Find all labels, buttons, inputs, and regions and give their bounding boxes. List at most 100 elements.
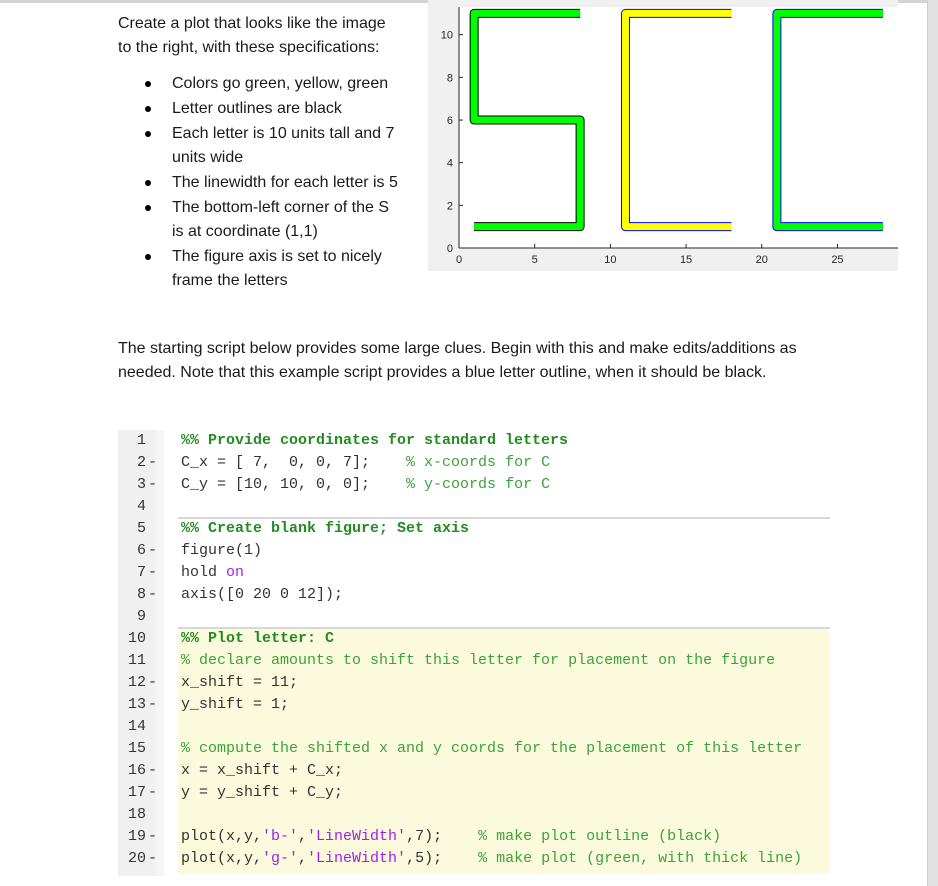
code-line[interactable]: 16- x = x_shift + C_x;: [118, 760, 830, 782]
code-line[interactable]: 1 %% Provide coordinates for standard let…: [118, 430, 830, 452]
code-text: %% Provide coordinates for standard lett…: [181, 430, 568, 452]
code-text: plot(x,y,'b-','LineWidth',7); % make plo…: [181, 826, 721, 848]
spec-item-text: frame the letters: [172, 272, 288, 289]
executable-line-marker[interactable]: -: [148, 584, 157, 606]
bullet-icon: [145, 131, 151, 137]
code-token: ,: [298, 828, 308, 845]
spec-item: The linewidth for each letter is 5: [118, 171, 418, 195]
x-tick-label: 15: [680, 254, 692, 266]
spec-item-text: The linewidth for each letter is 5: [172, 174, 398, 191]
code-line[interactable]: 19- plot(x,y,'b-','LineWidth',7); % make …: [118, 826, 830, 848]
code-line[interactable]: 15 % compute the shifted x and y coords f…: [118, 738, 830, 760]
spec-item: Letter outlines are black: [118, 97, 418, 121]
y-tick-label: 4: [447, 158, 453, 170]
code-token: axis([0 20 0 12]);: [181, 586, 344, 603]
executable-line-marker[interactable]: -: [148, 782, 157, 804]
code-line[interactable]: 8- axis([0 20 0 12]);: [118, 584, 830, 606]
cell-title: %% Provide coordinates for standard lett…: [181, 432, 569, 449]
spec-item-text: is at coordinate (1,1): [172, 223, 318, 240]
line-number: 13: [127, 696, 146, 713]
code-token: plot(x,y,: [181, 850, 263, 867]
code-line[interactable]: 11 % declare amounts to shift this letter…: [118, 650, 830, 672]
executable-line-marker[interactable]: -: [148, 694, 157, 716]
code-line[interactable]: 14: [118, 716, 830, 738]
line-number: 10: [127, 630, 146, 647]
code-comment: % compute the shifted x and y coords for…: [181, 740, 803, 757]
code-token: plot(x,y,: [181, 828, 263, 845]
scrollbar[interactable]: [927, 0, 938, 886]
plot-area: [459, 7, 898, 248]
code-line[interactable]: 7- hold on: [118, 562, 830, 584]
spec-item-text: The figure axis is set to nicely: [172, 248, 382, 265]
line-number: 8: [136, 586, 146, 603]
matlab-code-editor: 1 %% Provide coordinates for standard let…: [118, 430, 830, 876]
code-string: 'LineWidth': [307, 850, 407, 867]
line-number: 7: [136, 564, 146, 581]
intro-line-2: to the right, with these specifications:: [118, 39, 380, 56]
executable-line-marker[interactable]: -: [148, 826, 157, 848]
code-comment: % make plot (green, with thick line): [478, 850, 803, 867]
intro-text: Create a plot that looks like the image …: [118, 12, 418, 60]
code-token: y_shift = 1;: [181, 696, 290, 713]
code-line[interactable]: 5 %% Create blank figure; Set axis: [118, 518, 830, 540]
code-token: hold: [181, 564, 227, 581]
code-string: 'b-': [262, 828, 299, 845]
spec-item-text: units wide: [172, 149, 244, 166]
bullet-icon: [145, 205, 151, 211]
bullet-icon: [145, 180, 151, 186]
executable-line-marker[interactable]: -: [148, 672, 157, 694]
code-token: C_x = [ 7, 0, 0, 7];: [181, 454, 407, 471]
code-line[interactable]: 12- x_shift = 11;: [118, 672, 830, 694]
intro-line-1: Create a plot that looks like the image: [118, 15, 386, 32]
line-number: 11: [127, 652, 146, 669]
code-token: x = x_shift + C_x;: [181, 762, 344, 779]
matlab-figure: 0 5 10 15 20 25 0 2 4 6 8 10: [428, 0, 898, 271]
code-line[interactable]: 9: [118, 606, 830, 628]
code-line[interactable]: 18: [118, 804, 830, 826]
code-token: y = y_shift + C_y;: [181, 784, 344, 801]
code-token: C_y = [10, 10, 0, 0];: [181, 476, 407, 493]
code-line[interactable]: 4: [118, 496, 830, 518]
x-tick-label: 5: [532, 254, 538, 266]
spec-item-text: Each letter is 10 units tall and 7: [172, 125, 395, 142]
code-text: axis([0 20 0 12]);: [181, 584, 343, 606]
paragraph-line-2: needed. Note that this example script pr…: [118, 364, 767, 381]
line-number: 19: [127, 828, 146, 845]
code-line[interactable]: 2- C_x = [ 7, 0, 0, 7]; % x-coords for C: [118, 452, 830, 474]
code-text: x_shift = 11;: [181, 672, 298, 694]
x-tick-label: 10: [604, 254, 616, 266]
executable-line-marker[interactable]: -: [148, 760, 157, 782]
code-line[interactable]: 17- y = y_shift + C_y;: [118, 782, 830, 804]
x-tick-label: 0: [456, 254, 462, 266]
executable-line-marker[interactable]: -: [148, 562, 157, 584]
line-number: 15: [127, 740, 146, 757]
code-line[interactable]: 3- C_y = [10, 10, 0, 0]; % y-coords for C: [118, 474, 830, 496]
specification-list: Colors go green, yellow, green Letter out…: [118, 72, 418, 294]
bullet-icon: [145, 81, 151, 87]
code-line[interactable]: 10 %% Plot letter: C: [118, 628, 830, 650]
code-text: % declare amounts to shift this letter f…: [181, 650, 775, 672]
executable-line-marker[interactable]: -: [148, 540, 157, 562]
code-line[interactable]: 6- figure(1): [118, 540, 830, 562]
executable-line-marker[interactable]: -: [148, 452, 157, 474]
line-number: 6: [136, 542, 146, 559]
code-line[interactable]: 13- y_shift = 1;: [118, 694, 830, 716]
code-text: %% Create blank figure; Set axis: [181, 518, 469, 540]
executable-line-marker[interactable]: -: [148, 474, 157, 496]
executable-line-marker[interactable]: -: [148, 848, 157, 870]
cell-title: %% Create blank figure; Set axis: [181, 520, 470, 537]
code-string: 'LineWidth': [307, 828, 407, 845]
code-text: %% Plot letter: C: [181, 628, 334, 650]
spec-item-text: The bottom-left corner of the S: [172, 199, 389, 216]
line-number: 2: [136, 454, 146, 471]
cell-title: %% Plot letter: C: [181, 630, 335, 647]
code-text: y = y_shift + C_y;: [181, 782, 343, 804]
bullet-icon: [145, 254, 151, 260]
scc-plot: 0 5 10 15 20 25 0 2 4 6 8 10: [441, 7, 898, 266]
code-token: x_shift = 11;: [181, 674, 299, 691]
code-line[interactable]: 20- plot(x,y,'g-','LineWidth',5); % make …: [118, 848, 830, 870]
spec-item: Colors go green, yellow, green: [118, 72, 418, 96]
bullet-icon: [145, 106, 151, 112]
x-tick-label: 25: [831, 254, 843, 266]
code-text: figure(1): [181, 540, 262, 562]
